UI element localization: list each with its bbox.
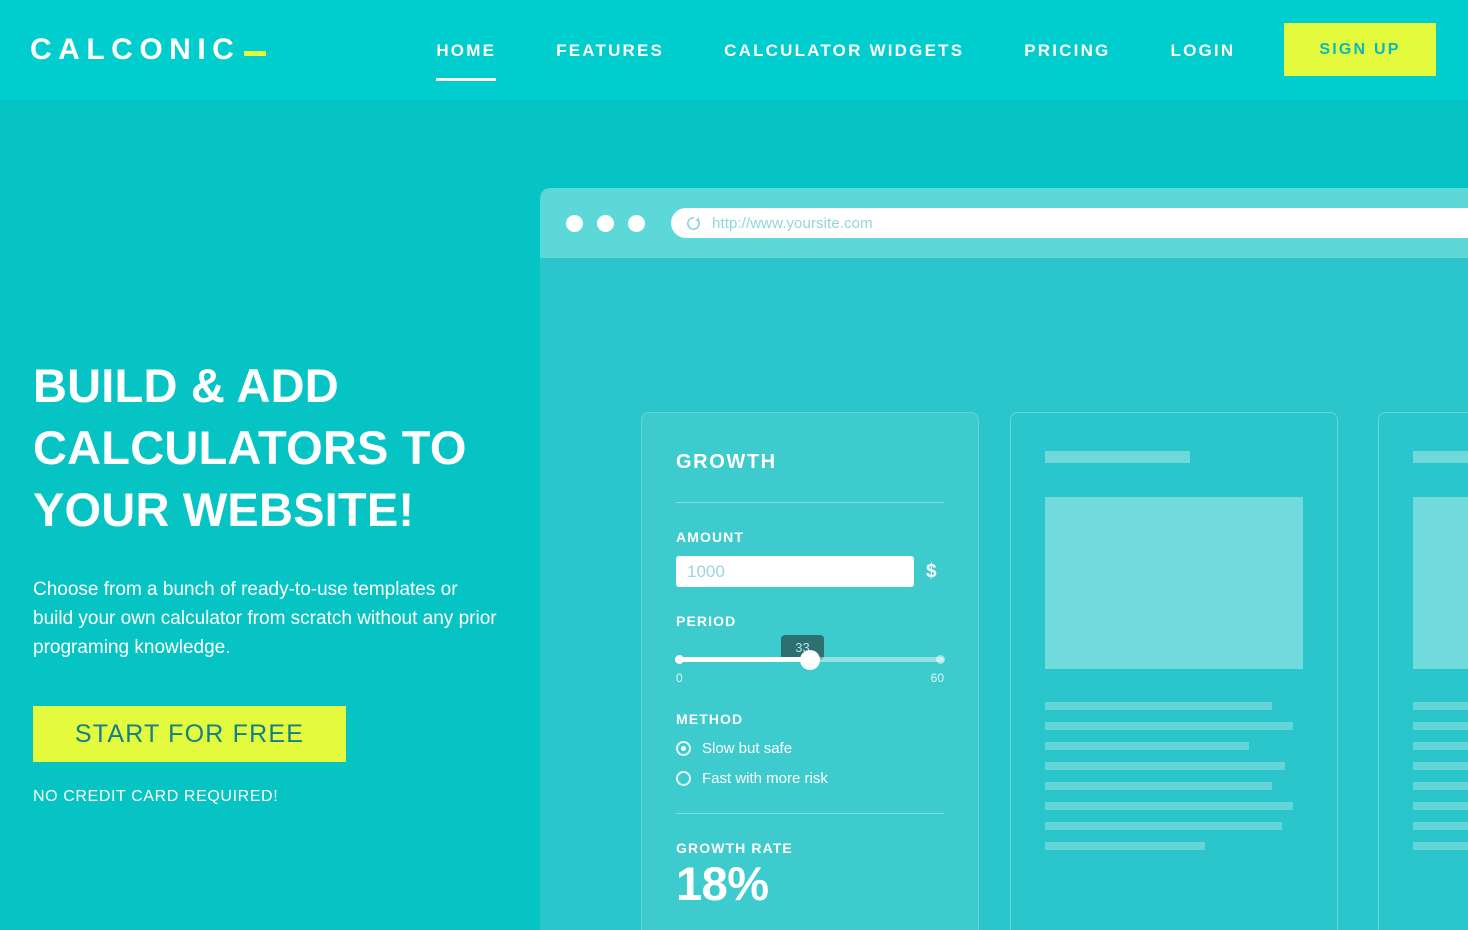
logo-underscore-icon	[244, 51, 267, 56]
browser-viewport: GROWTH AMOUNT $ PERIOD 33 0 60	[540, 258, 1468, 930]
nav-item-login[interactable]: LOGIN	[1140, 42, 1265, 59]
period-slider-fill	[676, 657, 810, 662]
period-slider-handle[interactable]	[800, 650, 820, 670]
amount-field-row: $	[676, 556, 944, 587]
placeholder-title-bar	[1045, 451, 1190, 463]
hero-title-line-1: BUILD & ADD	[33, 359, 339, 412]
nav-item-calculator-widgets[interactable]: CALCULATOR WIDGETS	[694, 42, 994, 59]
placeholder-line	[1045, 842, 1205, 850]
hero-subtitle: Choose from a bunch of ready-to-use temp…	[33, 579, 497, 658]
period-slider-end-cap	[936, 655, 945, 664]
placeholder-image-block	[1045, 497, 1303, 669]
site-header: CALCONIC HOME FEATURES CALCULATOR WIDGET…	[0, 0, 1468, 100]
browser-mockup: http://www.yoursite.com GROWTH AMOUNT $ …	[540, 188, 1468, 930]
placeholder-line	[1413, 762, 1468, 770]
calculator-title: GROWTH	[676, 451, 777, 473]
amount-input[interactable]	[676, 556, 914, 587]
period-slider-min: 0	[676, 671, 683, 685]
placeholder-line	[1045, 742, 1249, 750]
radio-unchecked-icon[interactable]	[676, 771, 691, 786]
growth-rate-label: GROWTH RATE	[676, 840, 793, 856]
currency-symbol: $	[926, 560, 937, 582]
placeholder-text-lines	[1045, 702, 1303, 850]
window-control-dots	[566, 214, 645, 232]
placeholder-line	[1045, 702, 1273, 710]
nav-item-features[interactable]: FEATURES	[526, 42, 694, 59]
signup-button[interactable]: SIGN UP	[1284, 23, 1436, 76]
placeholder-line	[1413, 722, 1468, 730]
placeholder-panel	[1010, 412, 1338, 930]
page-title: BUILD & ADD CALCULATORS TO YOUR WEBSITE!	[33, 355, 513, 541]
method-option-label: Fast with more risk	[702, 770, 828, 787]
hero-content: BUILD & ADD CALCULATORS TO YOUR WEBSITE!…	[33, 355, 513, 806]
browser-chrome-bar: http://www.yoursite.com	[540, 188, 1468, 258]
placeholder-line	[1413, 822, 1468, 830]
logo-text: CALCONIC	[30, 33, 241, 66]
placeholder-title-bar	[1413, 451, 1468, 463]
method-label: METHOD	[676, 711, 744, 727]
placeholder-line	[1045, 782, 1273, 790]
placeholder-line	[1413, 842, 1468, 850]
growth-rate-value: 18%	[676, 857, 769, 910]
main-nav: HOME FEATURES CALCULATOR WIDGETS PRICING…	[406, 42, 1265, 81]
growth-calculator-widget: GROWTH AMOUNT $ PERIOD 33 0 60	[641, 412, 979, 930]
divider	[676, 502, 944, 503]
url-bar[interactable]: http://www.yoursite.com	[671, 208, 1468, 238]
placeholder-panel	[1378, 412, 1468, 930]
period-label: PERIOD	[676, 613, 737, 629]
hero-title-line-2: CALCULATORS TO	[33, 421, 467, 475]
amount-label: AMOUNT	[676, 529, 745, 545]
nav-item-pricing[interactable]: PRICING	[994, 42, 1140, 59]
placeholder-line	[1413, 782, 1468, 790]
placeholder-line	[1045, 822, 1283, 830]
period-slider-start-cap	[675, 655, 684, 664]
window-dot-maximize-icon[interactable]	[628, 214, 645, 232]
period-slider-scale: 0 60	[676, 671, 944, 685]
no-credit-card-note: NO CREDIT CARD REQUIRED!	[33, 787, 279, 805]
logo[interactable]: CALCONIC	[30, 33, 267, 66]
placeholder-image-block	[1413, 497, 1468, 669]
placeholder-line	[1413, 742, 1468, 750]
url-text: http://www.yoursite.com	[712, 214, 873, 232]
divider	[676, 813, 944, 814]
window-dot-minimize-icon[interactable]	[597, 214, 614, 232]
radio-checked-icon[interactable]	[676, 741, 691, 756]
placeholder-line	[1413, 702, 1468, 710]
method-option-label: Slow but safe	[702, 740, 793, 757]
reload-icon[interactable]	[685, 215, 702, 232]
start-for-free-button[interactable]: START FOR FREE	[33, 705, 346, 762]
nav-item-home[interactable]: HOME	[406, 42, 526, 81]
period-slider-max: 60	[930, 671, 944, 685]
hero-title-line-3: YOUR WEBSITE!	[33, 483, 415, 537]
period-slider[interactable]: 33 0 60	[675, 635, 945, 685]
period-slider-track[interactable]	[675, 650, 945, 670]
placeholder-line	[1045, 722, 1293, 730]
placeholder-line	[1045, 762, 1285, 770]
placeholder-text-lines	[1413, 702, 1468, 850]
method-option-fast-with-more-risk[interactable]: Fast with more risk	[676, 770, 944, 787]
method-option-slow-but-safe[interactable]: Slow but safe	[676, 740, 944, 757]
placeholder-line	[1045, 802, 1293, 810]
placeholder-line	[1413, 802, 1468, 810]
window-dot-close-icon[interactable]	[566, 214, 583, 232]
